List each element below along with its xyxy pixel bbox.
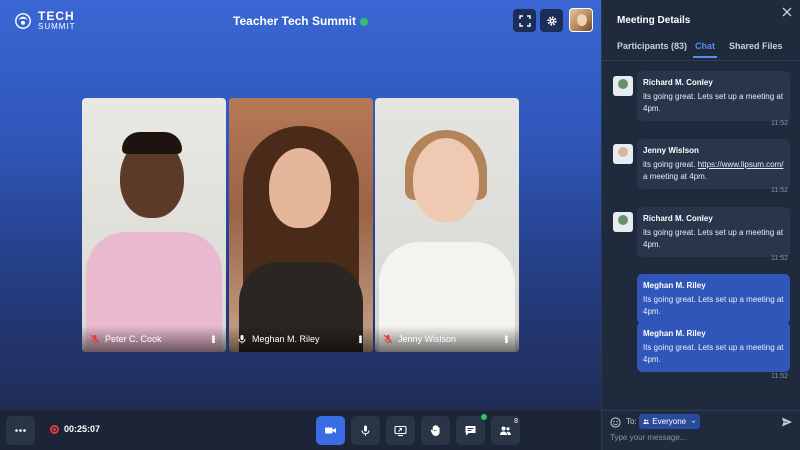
participant-name-bar: Peter C. Cook ••• <box>82 326 226 352</box>
message-text: Its going great. Lets set up a meeting a… <box>643 343 784 364</box>
avatar <box>613 212 633 232</box>
chat-message-own: Meghan M. Riley Its going great. Lets se… <box>637 322 790 372</box>
recipient-value: Everyone <box>652 417 687 426</box>
send-icon[interactable] <box>781 416 793 428</box>
participants-count: 8 <box>514 418 518 425</box>
panel-tabs: Participants (83) Chat Shared Files <box>602 36 800 61</box>
message-text: its going great. Lets set up a meeting a… <box>643 228 784 249</box>
tab-chat[interactable]: Chat <box>693 41 717 58</box>
unread-indicator <box>481 414 487 420</box>
mic-icon <box>238 335 246 344</box>
emoji-icon[interactable] <box>610 417 621 428</box>
panel-title: Meeting Details <box>617 15 691 26</box>
recipient-select[interactable]: Everyone <box>639 414 700 429</box>
message-sender: Richard M. Conley <box>643 78 713 87</box>
verified-icon <box>359 17 368 26</box>
recording-indicator: 00:25:07 <box>50 424 100 434</box>
raise-hand-button[interactable] <box>421 416 450 445</box>
chat-icon <box>465 426 476 436</box>
video-toggle-button[interactable] <box>316 416 345 445</box>
message-time: 11:52 <box>771 120 788 127</box>
meeting-details-panel: Meeting Details Participants (83) Chat S… <box>601 0 800 450</box>
message-time: 11:52 <box>771 373 788 380</box>
chat-composer: To: Everyone <box>602 410 800 450</box>
group-icon <box>643 419 649 424</box>
message-sender: Richard M. Conley <box>643 214 713 223</box>
video-stage: TECH SUMMIT Teacher Tech Summit Peter C.… <box>0 0 601 410</box>
meeting-title: Teacher Tech Summit <box>0 14 601 28</box>
participant-name: Peter C. Cook <box>105 334 162 344</box>
participant-tile[interactable]: Jenny Wislson ••• <box>375 98 519 352</box>
chat-message: Jenny Wislson its going great. https://w… <box>637 139 790 189</box>
chat-message-own: Meghan M. Riley Its going great. Lets se… <box>637 274 790 324</box>
chevron-down-icon <box>691 420 696 423</box>
tab-participants[interactable]: Participants (83) <box>617 41 687 51</box>
screen-share-button[interactable] <box>386 416 415 445</box>
fullscreen-button[interactable] <box>513 9 536 32</box>
message-text-part: its going great. <box>643 160 698 169</box>
raise-hand-icon <box>430 425 440 437</box>
message-time: 11:52 <box>771 187 788 194</box>
mic-toggle-button[interactable] <box>351 416 380 445</box>
participant-name-bar: Meghan M. Riley ••• <box>229 326 373 352</box>
meeting-title-text: Teacher Tech Summit <box>233 14 356 28</box>
user-avatar[interactable] <box>569 8 593 32</box>
recording-time: 00:25:07 <box>64 424 101 434</box>
participant-name-bar: Jenny Wislson ••• <box>375 326 519 352</box>
settings-button[interactable] <box>540 9 563 32</box>
more-options-icon[interactable]: ••• <box>207 335 218 343</box>
message-link[interactable]: https://www.lipsum.com/ <box>698 160 784 169</box>
participant-tile[interactable]: Peter C. Cook ••• <box>82 98 226 352</box>
participant-tile[interactable]: Meghan M. Riley ••• <box>229 98 373 352</box>
participant-name: Meghan M. Riley <box>252 334 320 344</box>
message-text: its going great. https://www.lipsum.com/… <box>643 159 784 183</box>
to-label: To: <box>626 417 637 426</box>
chat-button[interactable] <box>456 414 487 445</box>
avatar <box>613 144 633 164</box>
more-options-icon[interactable]: ••• <box>500 335 511 343</box>
screen-share-icon <box>394 425 407 437</box>
message-time: 11:52 <box>771 255 788 262</box>
mic-muted-icon <box>90 334 100 344</box>
participants-button[interactable]: 8 <box>491 416 520 445</box>
message-text: its going great. Lets set up a meeting a… <box>643 92 784 113</box>
message-sender: Meghan M. Riley <box>643 281 706 290</box>
close-icon[interactable] <box>782 7 792 17</box>
video-icon <box>325 427 336 434</box>
participants-icon <box>500 426 511 435</box>
tab-shared-files[interactable]: Shared Files <box>729 41 783 51</box>
record-icon <box>50 424 59 434</box>
avatar <box>613 76 633 96</box>
message-sender: Jenny Wislson <box>643 146 699 155</box>
mic-icon <box>361 425 370 436</box>
message-sender: Meghan M. Riley <box>643 329 706 338</box>
participant-name: Jenny Wislson <box>398 334 457 344</box>
message-input[interactable] <box>610 433 760 442</box>
more-options-icon[interactable]: ••• <box>354 335 365 343</box>
more-icon <box>15 429 26 432</box>
gear-icon <box>546 15 557 26</box>
chat-message: Richard M. Conley its going great. Lets … <box>637 207 790 257</box>
message-text-part: a meeting at 4pm. <box>643 172 708 181</box>
more-button[interactable] <box>6 416 35 445</box>
mic-muted-icon <box>383 334 393 344</box>
fullscreen-icon <box>518 14 531 27</box>
chat-message: Richard M. Conley its going great. Lets … <box>637 71 790 121</box>
message-text: Its going great. Lets set up a meeting a… <box>643 295 784 316</box>
